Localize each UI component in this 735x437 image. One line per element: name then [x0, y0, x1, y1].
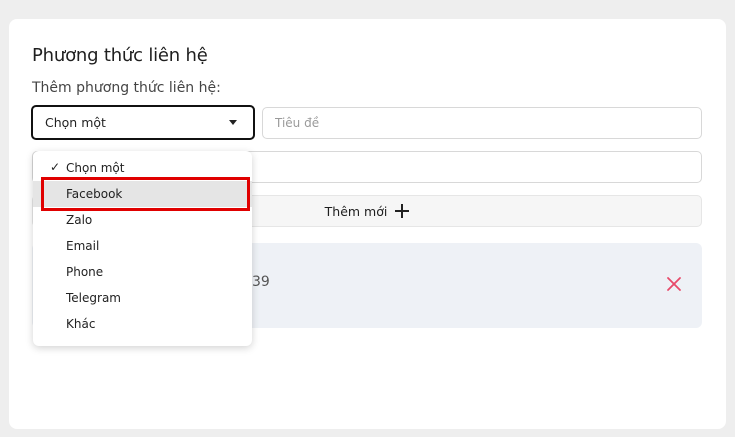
close-icon[interactable]: [666, 276, 682, 292]
add-new-label: Thêm mới: [324, 203, 388, 219]
option-facebook[interactable]: Facebook: [33, 181, 252, 207]
check-icon: ✓: [50, 160, 61, 174]
title-input[interactable]: [262, 107, 702, 139]
option-khac[interactable]: Khác: [33, 311, 252, 337]
option-label: Email: [66, 239, 100, 253]
option-label: Zalo: [66, 213, 93, 227]
contact-type-select[interactable]: Chọn một: [31, 105, 255, 140]
option-label: Telegram: [66, 291, 121, 305]
contact-type-dropdown: ✓ Chọn một Facebook Zalo Email Phone Tel…: [33, 151, 252, 346]
option-label: Khác: [66, 317, 96, 331]
option-zalo[interactable]: Zalo: [33, 207, 252, 233]
option-label: Facebook: [66, 187, 123, 201]
plus-icon: [395, 204, 410, 218]
option-label: Chọn một: [66, 161, 125, 175]
contact-item-value: 39: [252, 274, 270, 290]
option-telegram[interactable]: Telegram: [33, 285, 252, 311]
option-phone[interactable]: Phone: [33, 259, 252, 285]
section-title: Phương thức liên hệ: [32, 45, 208, 66]
select-value: Chọn một: [45, 115, 106, 130]
caret-down-icon: [229, 120, 237, 125]
option-label: Phone: [66, 265, 104, 279]
add-contact-label: Thêm phương thức liên hệ:: [32, 80, 221, 96]
option-email[interactable]: Email: [33, 233, 252, 259]
option-chon-mot[interactable]: ✓ Chọn một: [33, 155, 252, 181]
